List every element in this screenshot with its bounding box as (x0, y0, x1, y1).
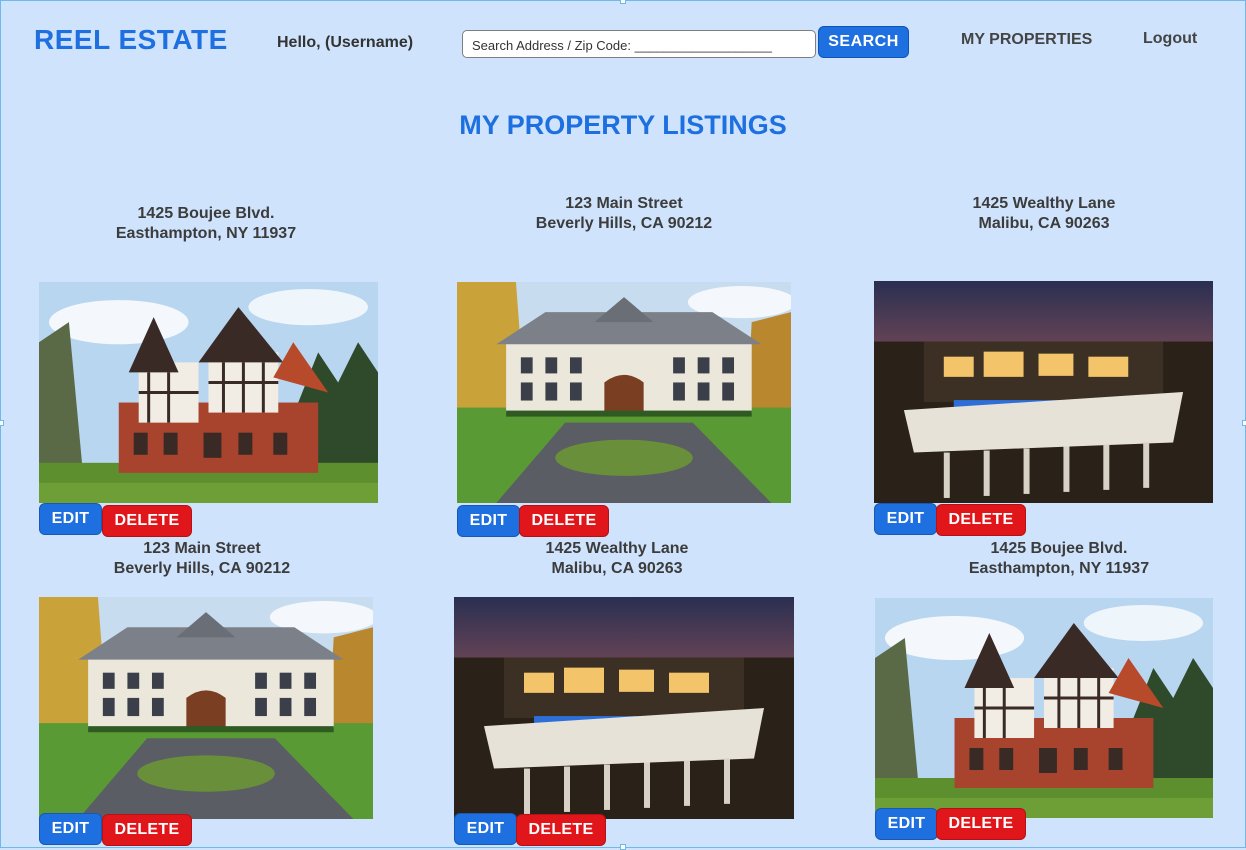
address-street: 1425 Wealthy Lane (545, 540, 689, 557)
listing-address: 123 Main Street Beverly Hills, CA 90212 (92, 539, 312, 579)
modern-cliff-house-image (454, 597, 794, 819)
address-city: Malibu, CA 90263 (978, 215, 1110, 232)
page-title: MY PROPERTY LISTINGS (459, 110, 787, 140)
nav-logout[interactable]: Logout (1143, 30, 1197, 48)
address-street: 1425 Boujee Blvd. (990, 540, 1128, 557)
search-button[interactable]: SEARCH (818, 26, 909, 58)
address-city: Malibu, CA 90263 (551, 560, 683, 577)
edit-button[interactable]: EDIT (457, 505, 520, 537)
listing-photo[interactable] (457, 282, 791, 503)
tudor-mansion-image (875, 598, 1213, 818)
resize-handle-right[interactable] (1242, 420, 1246, 426)
address-city: Easthampton, NY 11937 (115, 225, 297, 242)
modern-cliff-house-image (874, 281, 1213, 503)
edit-button[interactable]: EDIT (875, 808, 938, 840)
nav-my-properties[interactable]: MY PROPERTIES (961, 31, 1092, 49)
address-street: 1425 Boujee Blvd. (137, 205, 275, 222)
delete-button[interactable]: DELETE (102, 505, 192, 537)
delete-button[interactable]: DELETE (519, 505, 609, 537)
listing-address: 1425 Boujee Blvd. Easthampton, NY 11937 (949, 539, 1169, 579)
delete-button[interactable]: DELETE (102, 814, 192, 846)
tudor-mansion-image (39, 282, 378, 503)
edit-button[interactable]: EDIT (874, 503, 937, 535)
delete-button[interactable]: DELETE (516, 814, 606, 846)
listing-address: 123 Main Street Beverly Hills, CA 90212 (514, 194, 734, 234)
resize-handle-bottom[interactable] (620, 844, 626, 850)
listing-photo[interactable] (39, 282, 378, 503)
white-estate-image (39, 597, 373, 819)
edit-button[interactable]: EDIT (39, 503, 102, 535)
edit-button[interactable]: EDIT (454, 813, 517, 845)
brand-logo[interactable]: REEL ESTATE (34, 24, 228, 56)
address-city: Beverly Hills, CA 90212 (535, 215, 713, 232)
edit-button[interactable]: EDIT (39, 813, 102, 845)
white-estate-image (457, 282, 791, 503)
search-input[interactable]: Search Address / Zip Code: _____________… (462, 30, 816, 58)
listing-photo[interactable] (39, 597, 373, 819)
listing-photo[interactable] (875, 598, 1213, 818)
listing-address: 1425 Wealthy Lane Malibu, CA 90263 (934, 194, 1154, 234)
listing-address: 1425 Boujee Blvd. Easthampton, NY 11937 (96, 204, 316, 244)
resize-handle-left[interactable] (0, 420, 4, 426)
listing-photo[interactable] (454, 597, 794, 819)
listing-photo[interactable] (874, 281, 1213, 503)
address-city: Beverly Hills, CA 90212 (113, 560, 291, 577)
delete-button[interactable]: DELETE (936, 504, 1026, 536)
resize-handle-top[interactable] (620, 0, 626, 4)
user-greeting: Hello, (Username) (277, 34, 414, 51)
address-street: 123 Main Street (143, 540, 261, 557)
address-city: Easthampton, NY 11937 (968, 560, 1150, 577)
delete-button[interactable]: DELETE (936, 808, 1026, 840)
address-street: 123 Main Street (565, 195, 683, 212)
listing-address: 1425 Wealthy Lane Malibu, CA 90263 (507, 539, 727, 579)
address-street: 1425 Wealthy Lane (972, 195, 1116, 212)
